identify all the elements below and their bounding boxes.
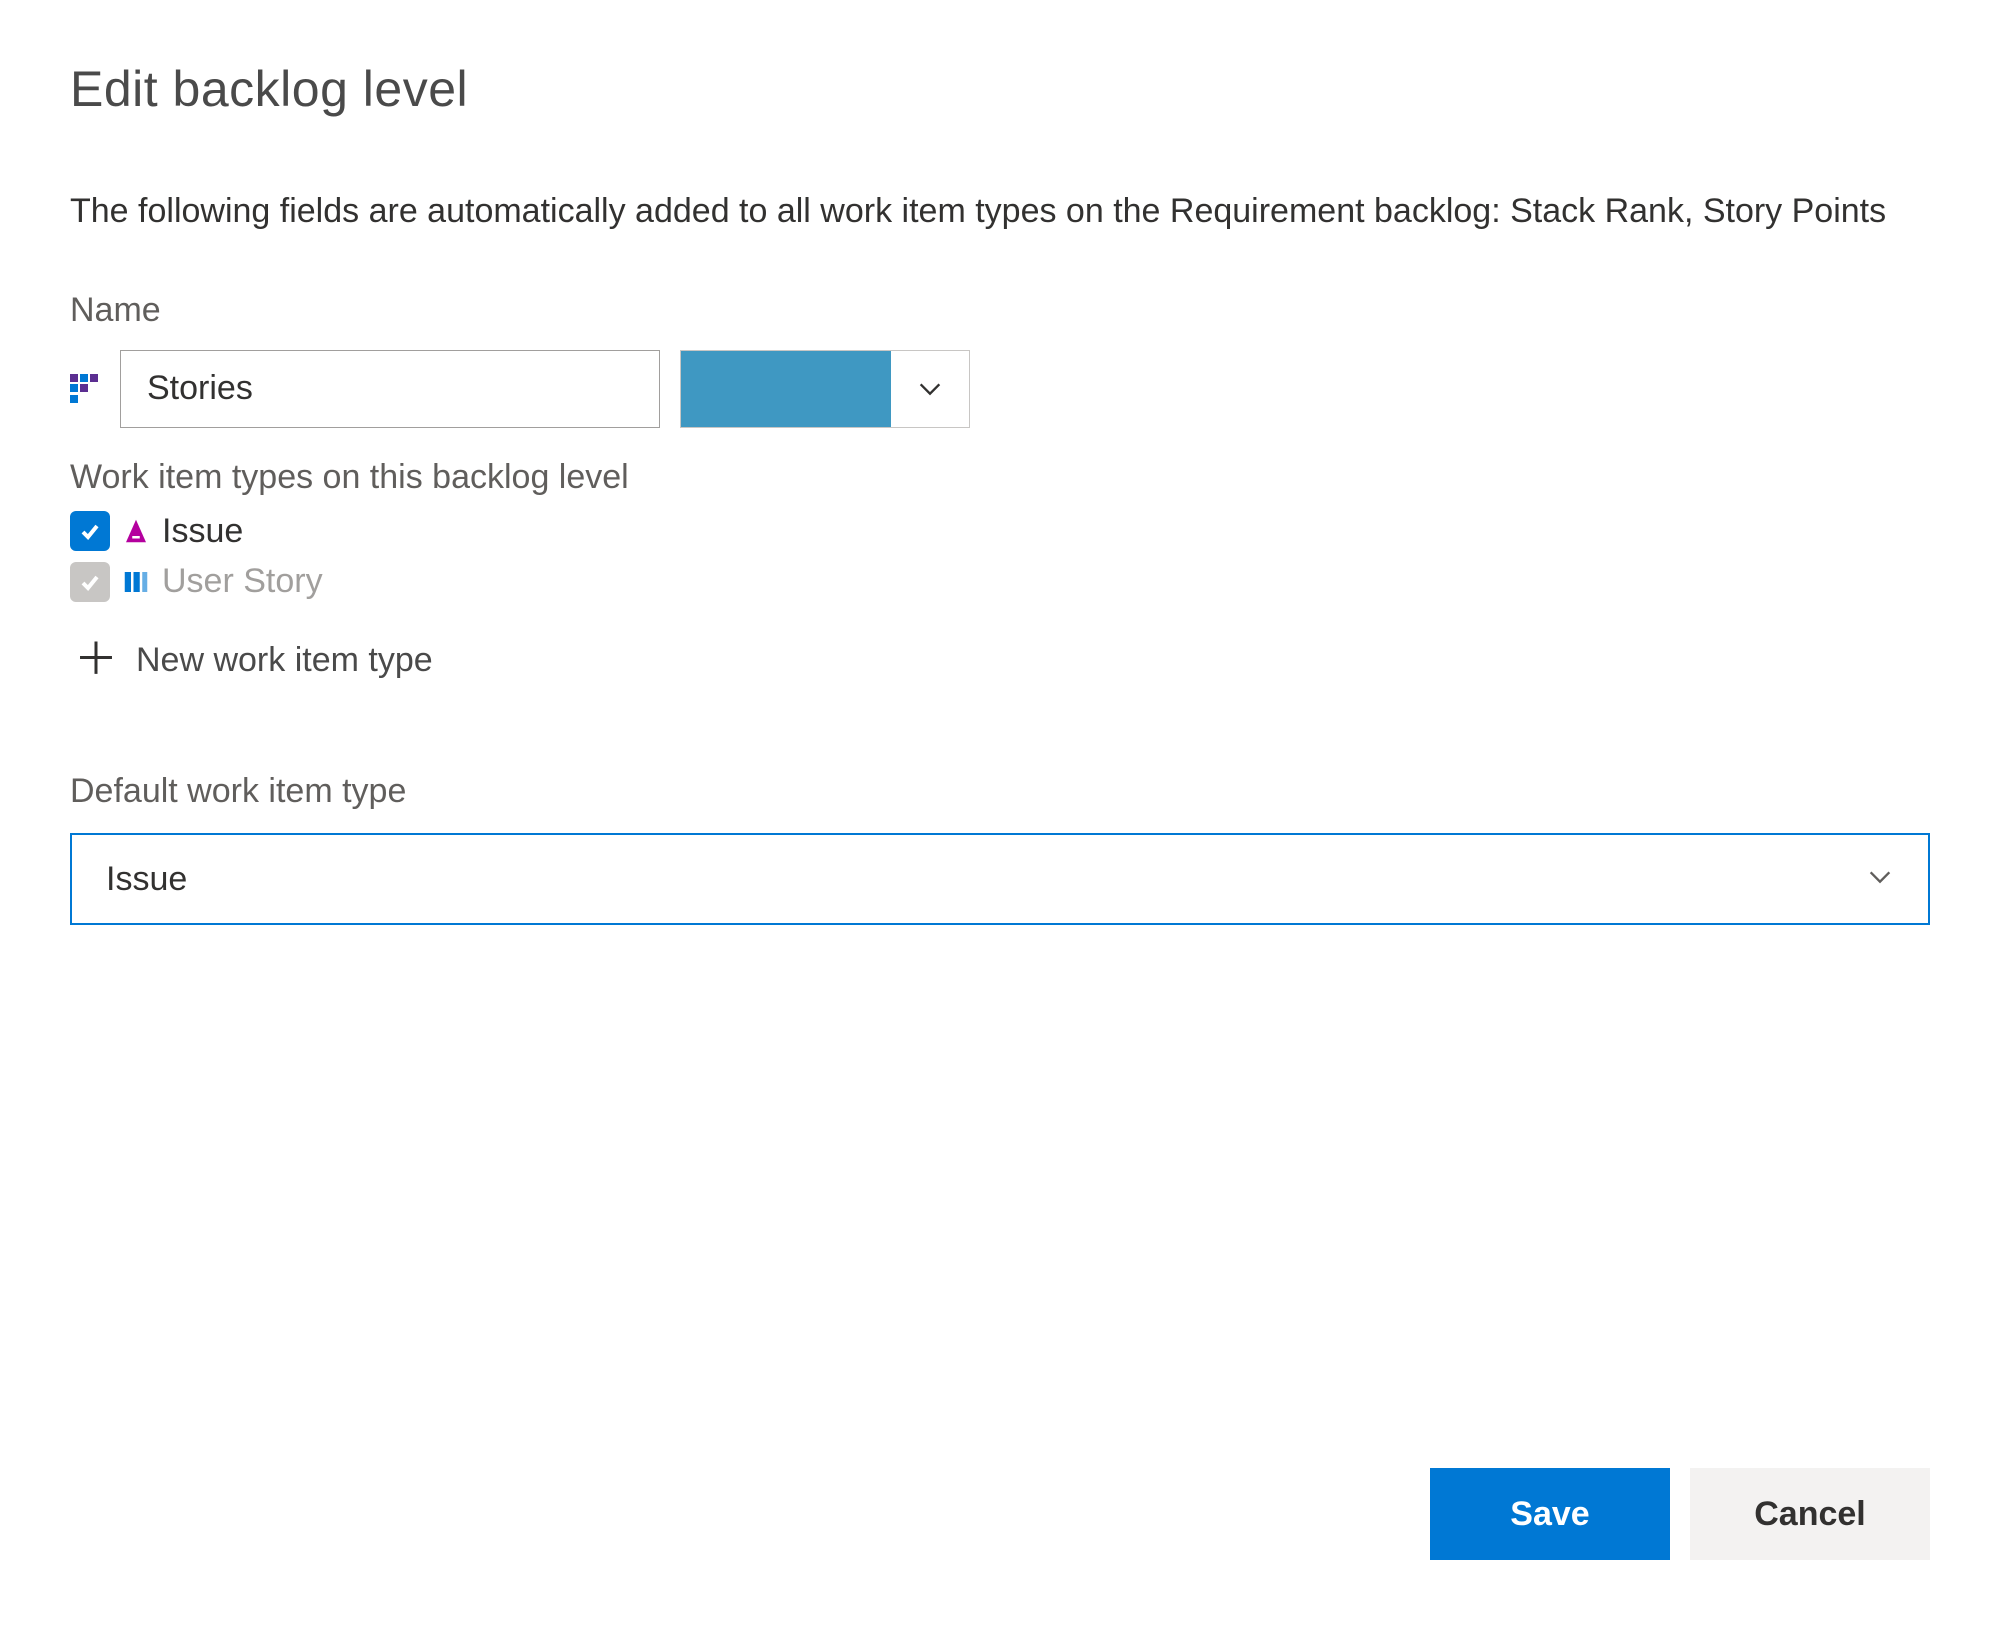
new-work-item-type-label: New work item type bbox=[136, 641, 433, 680]
dialog-title: Edit backlog level bbox=[70, 60, 1930, 118]
chevron-down-icon bbox=[891, 351, 969, 427]
plus-icon: ＋ bbox=[74, 638, 118, 682]
color-swatch bbox=[681, 351, 891, 427]
issue-label: Issue bbox=[162, 511, 243, 552]
user-story-label: User Story bbox=[162, 561, 323, 602]
backlog-icon bbox=[70, 374, 100, 404]
name-input[interactable] bbox=[120, 350, 660, 428]
name-label: Name bbox=[70, 291, 1930, 330]
work-item-types-label: Work item types on this backlog level bbox=[70, 458, 1930, 497]
user-story-icon bbox=[120, 566, 152, 598]
work-item-type-issue: Issue bbox=[70, 511, 1930, 552]
default-type-dropdown[interactable]: Issue bbox=[70, 833, 1930, 925]
new-work-item-type-button[interactable]: ＋ New work item type bbox=[70, 638, 1930, 682]
user-story-checkbox bbox=[70, 562, 110, 602]
color-picker[interactable] bbox=[680, 350, 970, 428]
cancel-button[interactable]: Cancel bbox=[1690, 1468, 1930, 1560]
issue-icon bbox=[120, 515, 152, 547]
save-button[interactable]: Save bbox=[1430, 1468, 1670, 1560]
default-type-value: Issue bbox=[106, 860, 187, 899]
description-text: The following fields are automatically a… bbox=[70, 188, 1930, 236]
issue-checkbox[interactable] bbox=[70, 511, 110, 551]
default-type-label: Default work item type bbox=[70, 772, 1930, 811]
dialog-footer: Save Cancel bbox=[1430, 1468, 1930, 1560]
chevron-down-icon bbox=[1866, 863, 1894, 896]
name-row bbox=[70, 350, 1930, 428]
work-item-type-user-story: User Story bbox=[70, 561, 1930, 602]
